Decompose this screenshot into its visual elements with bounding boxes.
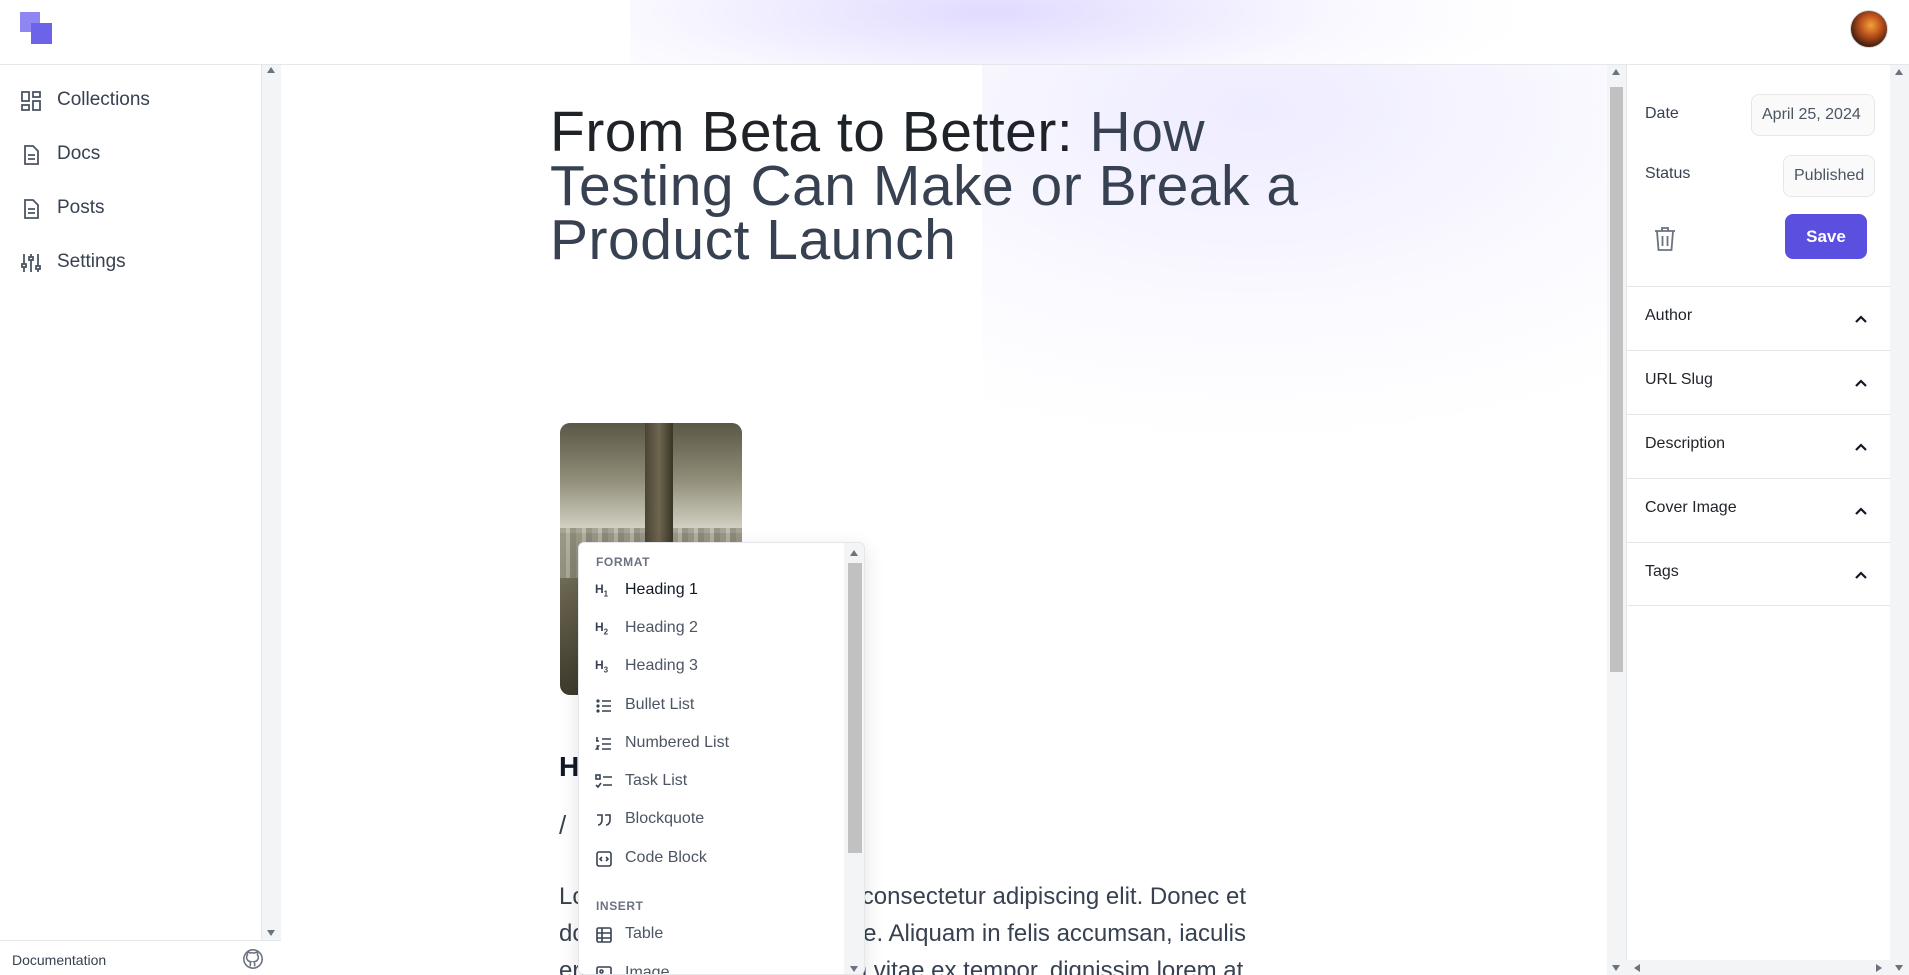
menu-item-label: Blockquote (625, 810, 705, 827)
image-icon (596, 966, 612, 974)
content-heading[interactable]: H (559, 751, 579, 783)
menu-item-label: Task List (625, 772, 688, 789)
menu-item-label: Heading 2 (625, 619, 698, 636)
section-label: Description (1645, 435, 1726, 452)
save-button[interactable]: Save (1785, 214, 1867, 259)
user-avatar[interactable] (1850, 10, 1888, 48)
scroll-up-arrow[interactable] (267, 67, 275, 73)
quote-icon (597, 814, 611, 826)
task-list-icon (595, 774, 612, 789)
date-label: Date (1645, 105, 1679, 122)
sidebar-item-label: Posts (57, 197, 105, 218)
chevron-up-icon (1855, 571, 1867, 579)
status-label: Status (1645, 165, 1691, 182)
sidebar-footer: Documentation (0, 940, 281, 975)
sidebar-item-collections[interactable]: Collections (0, 80, 260, 120)
scroll-thumb[interactable] (848, 563, 862, 853)
section-tags[interactable]: Tags (1627, 542, 1891, 606)
scroll-right-arrow[interactable] (1876, 964, 1882, 972)
menu-item-heading-1[interactable]: H1 Heading 1 (579, 573, 844, 609)
status-select[interactable]: Published (1783, 155, 1875, 197)
slash-command-menu: FORMAT H1 Heading 1 H2 Heading 2 H3 Head… (578, 542, 865, 975)
section-description[interactable]: Description (1627, 414, 1891, 478)
sidebar: Collections Docs Posts Settings (0, 65, 262, 975)
menu-item-blockquote[interactable]: Blockquote (579, 802, 844, 838)
editor-area: From Beta to Better: How Testing Can Mak… (282, 65, 1607, 975)
scroll-down-arrow[interactable] (1895, 965, 1903, 971)
editor-scrollbar[interactable] (1607, 65, 1626, 975)
scroll-down-arrow[interactable] (1612, 965, 1620, 971)
menu-item-label: Numbered List (625, 734, 730, 751)
section-label: URL Slug (1645, 371, 1713, 388)
menu-item-bullet-list[interactable]: Bullet List (579, 688, 844, 724)
section-label: Author (1645, 307, 1693, 324)
section-url-slug[interactable]: URL Slug (1627, 350, 1891, 414)
post-settings-panel: Date April 25, 2024 Status Published Sav… (1626, 65, 1891, 965)
menu-item-heading-3[interactable]: H3 Heading 3 (579, 649, 844, 685)
grid-icon (21, 91, 41, 111)
sidebar-item-label: Settings (57, 251, 126, 272)
document-icon (24, 145, 39, 165)
panel-horizontal-scrollbar[interactable] (1626, 960, 1890, 975)
menu-item-image[interactable]: Image (579, 956, 844, 975)
code-block-icon (596, 851, 612, 867)
documentation-link[interactable]: Documentation (12, 952, 106, 968)
section-label: Tags (1645, 563, 1679, 580)
section-cover-image[interactable]: Cover Image (1627, 478, 1891, 542)
chevron-up-icon (1855, 315, 1867, 323)
menu-section-insert: INSERT (596, 899, 644, 913)
heading-2-icon: H2 (595, 620, 609, 637)
menu-item-label: Table (625, 925, 664, 942)
scroll-thumb[interactable] (1610, 87, 1623, 672)
menu-item-label: Code Block (625, 849, 707, 866)
post-title[interactable]: From Beta to Better: How Testing Can Mak… (550, 104, 1310, 269)
sidebar-item-posts[interactable]: Posts (0, 188, 260, 228)
sidebar-item-label: Docs (57, 143, 101, 164)
menu-item-label: Image (625, 964, 670, 975)
sidebar-item-settings[interactable]: Settings (0, 242, 260, 282)
scroll-up-arrow[interactable] (1895, 69, 1903, 75)
sidebar-scrollbar[interactable] (262, 65, 281, 940)
menu-item-heading-2[interactable]: H2 Heading 2 (579, 611, 844, 647)
menu-item-code-block[interactable]: Code Block (579, 841, 844, 877)
trash-icon[interactable] (1652, 225, 1678, 253)
section-label: Cover Image (1645, 499, 1737, 516)
menu-scrollbar[interactable] (844, 543, 864, 974)
sidebar-item-label: Collections (57, 89, 150, 110)
numbered-list-icon (595, 737, 611, 750)
scroll-down-arrow[interactable] (267, 930, 275, 936)
chevron-up-icon (1855, 443, 1867, 451)
top-bar (0, 0, 1909, 65)
menu-section-format: FORMAT (596, 555, 651, 569)
panel-scrollbar[interactable] (1890, 65, 1909, 975)
scroll-down-arrow[interactable] (850, 966, 858, 972)
bullet-list-icon (596, 699, 611, 713)
sliders-icon (21, 254, 41, 272)
table-icon (596, 927, 612, 943)
menu-item-label: Heading 3 (625, 657, 698, 674)
chevron-up-icon (1855, 379, 1867, 387)
menu-item-label: Heading 1 (625, 581, 698, 598)
heading-3-icon: H3 (595, 658, 609, 675)
menu-item-task-list[interactable]: Task List (579, 764, 844, 800)
logo-square-dark (31, 23, 52, 44)
slash-command-line[interactable]: / (559, 810, 566, 841)
chevron-up-icon (1855, 507, 1867, 515)
scroll-up-arrow[interactable] (850, 550, 858, 556)
header-gradient (630, 0, 1530, 64)
scroll-left-arrow[interactable] (1634, 964, 1640, 972)
section-author[interactable]: Author (1627, 286, 1891, 350)
heading-1-icon: H1 (595, 582, 609, 599)
app-logo[interactable] (20, 12, 54, 46)
document-icon (24, 199, 39, 219)
menu-item-table[interactable]: Table (579, 917, 844, 953)
github-icon[interactable] (242, 948, 264, 970)
date-field[interactable]: April 25, 2024 (1751, 94, 1875, 136)
sidebar-item-docs[interactable]: Docs (0, 134, 260, 174)
menu-item-label: Bullet List (625, 696, 695, 713)
scroll-up-arrow[interactable] (1612, 69, 1620, 75)
menu-item-numbered-list[interactable]: Numbered List (579, 726, 844, 762)
